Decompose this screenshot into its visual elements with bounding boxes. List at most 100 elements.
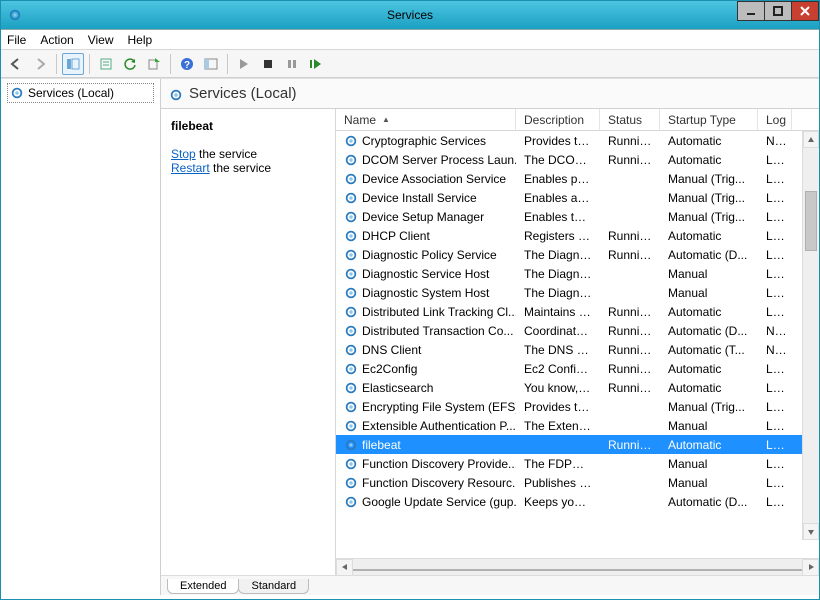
cell-name: DHCP Client [336, 229, 516, 243]
tree-pane[interactable]: Services (Local) [1, 79, 161, 595]
service-row[interactable]: Device Association ServiceEnables pair..… [336, 169, 819, 188]
titlebar[interactable]: Services [1, 1, 819, 29]
menu-help[interactable]: Help [128, 33, 153, 47]
tree-root-services-local[interactable]: Services (Local) [7, 83, 154, 103]
body: Services (Local) Services (Local) filebe… [1, 78, 819, 595]
menu-action[interactable]: Action [40, 33, 73, 47]
service-row[interactable]: Encrypting File System (EFS)Provides th.… [336, 397, 819, 416]
cell-status: Running [600, 438, 660, 452]
back-button[interactable] [5, 53, 27, 75]
service-row[interactable]: Ec2ConfigEc2 Configu...RunningAutomaticL… [336, 359, 819, 378]
service-row[interactable]: Google Update Service (gup...Keeps your … [336, 492, 819, 511]
service-row[interactable]: DCOM Server Process Laun...The DCOM...Ru… [336, 150, 819, 169]
scroll-thumb[interactable] [353, 569, 802, 571]
cell-startup: Manual [660, 419, 758, 433]
menubar: File Action View Help [1, 30, 819, 50]
vertical-scrollbar[interactable] [802, 131, 819, 540]
gear-icon [169, 87, 183, 101]
cell-startup: Automatic [660, 362, 758, 376]
service-row[interactable]: Distributed Link Tracking Cl...Maintains… [336, 302, 819, 321]
cell-startup: Automatic [660, 153, 758, 167]
service-row[interactable]: Device Install ServiceEnables a c...Manu… [336, 188, 819, 207]
cell-name: Diagnostic System Host [336, 286, 516, 300]
tree-root-label: Services (Local) [28, 86, 114, 100]
minimize-button[interactable] [737, 1, 765, 21]
tab-extended[interactable]: Extended [167, 579, 239, 594]
start-service-button[interactable] [233, 53, 255, 75]
show-hide-tree-button[interactable] [62, 53, 84, 75]
cell-startup: Manual [660, 457, 758, 471]
refresh-button[interactable] [119, 53, 141, 75]
cell-logon: Loc [758, 305, 792, 319]
service-row[interactable]: ElasticsearchYou know, f...RunningAutoma… [336, 378, 819, 397]
restart-link[interactable]: Restart [171, 161, 210, 175]
cell-description: The Diagno... [516, 248, 600, 262]
window-title: Services [1, 8, 819, 22]
cell-description: Maintains li... [516, 305, 600, 319]
tab-standard[interactable]: Standard [238, 579, 309, 594]
menu-view[interactable]: View [88, 33, 114, 47]
service-row[interactable]: Function Discovery Resourc...Publishes t… [336, 473, 819, 492]
scroll-thumb[interactable] [805, 191, 817, 251]
client-area: File Action View Help ? [1, 29, 819, 599]
cell-logon: Loc [758, 438, 792, 452]
statusbar [1, 595, 819, 599]
cell-description: Publishes th... [516, 476, 600, 490]
properties-button[interactable] [95, 53, 117, 75]
col-name[interactable]: Name▲ [336, 109, 516, 130]
gear-icon [344, 419, 358, 433]
gear-icon [344, 457, 358, 471]
column-headers: Name▲ Description Status Startup Type Lo… [336, 109, 819, 131]
window-buttons [738, 1, 819, 21]
selected-service-name: filebeat [171, 119, 325, 133]
col-description[interactable]: Description [516, 109, 600, 130]
service-row[interactable]: Diagnostic Policy ServiceThe Diagno...Ru… [336, 245, 819, 264]
service-row[interactable]: Distributed Transaction Co...Coordinates… [336, 321, 819, 340]
cell-name: Cryptographic Services [336, 134, 516, 148]
horizontal-scrollbar[interactable] [336, 558, 819, 575]
cell-logon: Loc [758, 381, 792, 395]
menu-file[interactable]: File [7, 33, 26, 47]
cell-logon: Loc [758, 153, 792, 167]
forward-button[interactable] [29, 53, 51, 75]
cell-logon: Loc [758, 400, 792, 414]
cell-description: Provides thr... [516, 134, 600, 148]
service-row[interactable]: Diagnostic System HostThe Diagno...Manua… [336, 283, 819, 302]
maximize-button[interactable] [764, 1, 792, 21]
help-button[interactable]: ? [176, 53, 198, 75]
service-row[interactable]: Device Setup ManagerEnables the ...Manua… [336, 207, 819, 226]
scroll-down-button[interactable] [803, 523, 819, 540]
cell-startup: Manual (Trig... [660, 172, 758, 186]
right-pane: Services (Local) filebeat Stop the servi… [161, 79, 819, 595]
restart-service-button[interactable] [305, 53, 327, 75]
cell-status: Running [600, 134, 660, 148]
service-row[interactable]: Diagnostic Service HostThe Diagno...Manu… [336, 264, 819, 283]
stop-link[interactable]: Stop [171, 147, 196, 161]
gear-icon [344, 267, 358, 281]
service-row[interactable]: Function Discovery Provide...The FDPHO..… [336, 454, 819, 473]
cell-description: The DNS Cli... [516, 343, 600, 357]
cell-startup: Automatic (D... [660, 248, 758, 262]
scroll-up-button[interactable] [803, 131, 819, 148]
gear-icon [344, 248, 358, 262]
service-row[interactable]: Extensible Authentication P...The Extens… [336, 416, 819, 435]
svg-text:?: ? [184, 60, 190, 71]
col-startup[interactable]: Startup Type [660, 109, 758, 130]
service-row[interactable]: Cryptographic ServicesProvides thr...Run… [336, 131, 819, 150]
export-button[interactable] [143, 53, 165, 75]
service-row[interactable]: DHCP ClientRegisters an...RunningAutomat… [336, 226, 819, 245]
col-status[interactable]: Status [600, 109, 660, 130]
view-tabs: Extended Standard [161, 575, 819, 595]
cell-startup: Manual (Trig... [660, 210, 758, 224]
service-rows[interactable]: Cryptographic ServicesProvides thr...Run… [336, 131, 819, 558]
col-logon[interactable]: Log [758, 109, 792, 130]
cell-startup: Automatic (D... [660, 495, 758, 509]
service-row[interactable]: filebeatRunningAutomaticLoc [336, 435, 819, 454]
help-pane-button[interactable] [200, 53, 222, 75]
close-button[interactable] [791, 1, 819, 21]
scroll-right-button[interactable] [802, 559, 819, 576]
stop-service-button[interactable] [257, 53, 279, 75]
service-row[interactable]: DNS ClientThe DNS Cli...RunningAutomatic… [336, 340, 819, 359]
pause-service-button[interactable] [281, 53, 303, 75]
scroll-left-button[interactable] [336, 559, 353, 576]
